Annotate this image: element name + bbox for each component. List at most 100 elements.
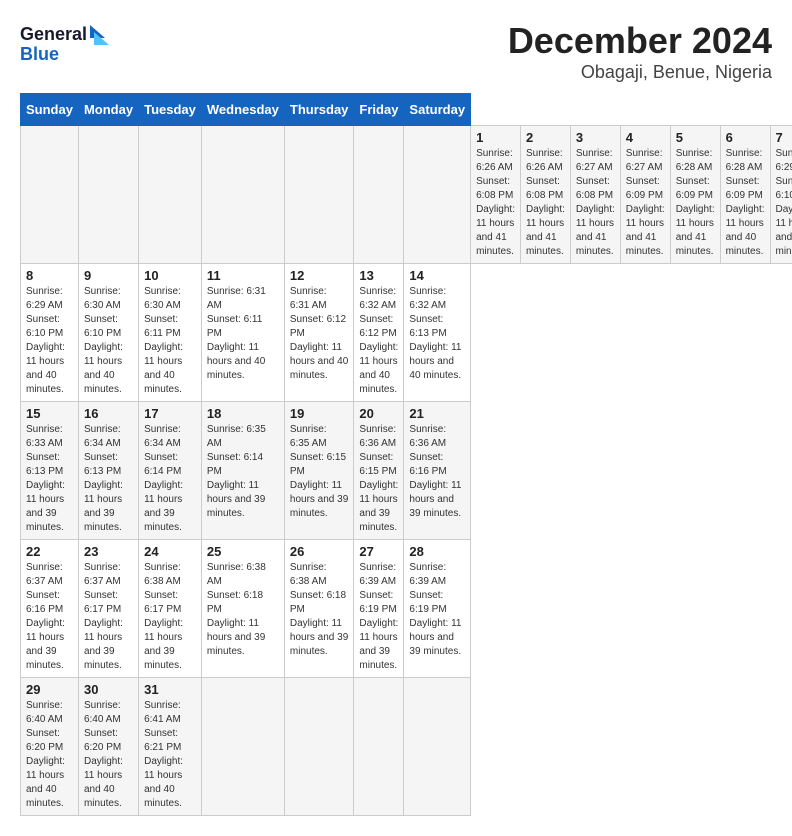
logo: GeneralBlue [20,20,110,65]
weekday-header: Friday [354,94,404,126]
day-info: Sunrise: 6:39 AMSunset: 6:19 PMDaylight:… [359,561,398,673]
day-number: 23 [84,544,133,559]
day-number: 30 [84,682,133,697]
calendar-cell: 3Sunrise: 6:27 AMSunset: 6:08 PMDaylight… [570,126,620,264]
svg-text:General: General [20,24,87,44]
day-info: Sunrise: 6:31 AMSunset: 6:11 PMDaylight:… [207,285,279,383]
calendar-row: 1 Sunrise: 6:26 AMSunset: 6:08 PMDaylight… [21,126,792,264]
calendar-cell: 24 Sunrise: 6:38 AMSunset: 6:17 PMDayligh… [139,540,202,678]
day-info: Sunrise: 6:29 AMSunset: 6:10 PMDaylight:… [776,147,792,259]
day-number: 31 [144,682,196,697]
calendar-cell: 2 Sunrise: 6:26 AMSunset: 6:08 PMDaylight… [520,126,570,264]
calendar-cell: 8Sunrise: 6:29 AMSunset: 6:10 PMDaylight… [21,264,79,402]
day-number: 27 [359,544,398,559]
day-info: Sunrise: 6:38 AMSunset: 6:18 PMDaylight:… [207,561,279,659]
calendar-row: 22 Sunrise: 6:37 AMSunset: 6:16 PMDayligh… [21,540,792,678]
calendar-cell: 30 Sunrise: 6:40 AMSunset: 6:20 PMDayligh… [78,678,138,816]
calendar-cell: 7 Sunrise: 6:29 AMSunset: 6:10 PMDaylight… [770,126,792,264]
calendar-cell: 28Sunrise: 6:39 AMSunset: 6:19 PMDayligh… [404,540,471,678]
calendar-cell: 4 Sunrise: 6:27 AMSunset: 6:09 PMDaylight… [620,126,670,264]
day-number: 19 [290,406,349,421]
calendar-table: SundayMondayTuesdayWednesdayThursdayFrid… [20,93,792,816]
day-info: Sunrise: 6:35 AMSunset: 6:15 PMDaylight:… [290,423,349,521]
calendar-cell [139,126,202,264]
day-number: 4 [626,130,665,145]
day-info: Sunrise: 6:26 AMSunset: 6:08 PMDaylight:… [476,147,515,259]
day-info: Sunrise: 6:37 AMSunset: 6:16 PMDaylight:… [26,561,73,673]
calendar-cell: 29 Sunrise: 6:40 AMSunset: 6:20 PMDayligh… [21,678,79,816]
logo-icon: GeneralBlue [20,20,110,65]
calendar-cell: 19 Sunrise: 6:35 AMSunset: 6:15 PMDayligh… [284,402,354,540]
day-info: Sunrise: 6:32 AMSunset: 6:13 PMDaylight:… [409,285,465,383]
day-number: 11 [207,268,279,283]
day-number: 16 [84,406,133,421]
day-number: 15 [26,406,73,421]
weekday-header: Wednesday [201,94,284,126]
day-number: 7 [776,130,792,145]
calendar-cell: 20 Sunrise: 6:36 AMSunset: 6:15 PMDayligh… [354,402,404,540]
calendar-cell: 22 Sunrise: 6:37 AMSunset: 6:16 PMDayligh… [21,540,79,678]
calendar-cell: 1 Sunrise: 6:26 AMSunset: 6:08 PMDaylight… [471,126,521,264]
page-title: December 2024 [508,20,772,62]
calendar-cell: 5Sunrise: 6:28 AMSunset: 6:09 PMDaylight… [670,126,720,264]
day-number: 9 [84,268,133,283]
day-info: Sunrise: 6:40 AMSunset: 6:20 PMDaylight:… [84,699,133,811]
calendar-cell: 6 Sunrise: 6:28 AMSunset: 6:09 PMDaylight… [720,126,770,264]
day-info: Sunrise: 6:38 AMSunset: 6:17 PMDaylight:… [144,561,196,673]
calendar-cell: 13Sunrise: 6:32 AMSunset: 6:12 PMDayligh… [354,264,404,402]
calendar-cell: 17Sunrise: 6:34 AMSunset: 6:14 PMDayligh… [139,402,202,540]
calendar-cell [78,126,138,264]
calendar-cell: 15Sunrise: 6:33 AMSunset: 6:13 PMDayligh… [21,402,79,540]
calendar-cell [284,678,354,816]
day-number: 6 [726,130,765,145]
svg-text:Blue: Blue [20,44,59,64]
calendar-cell: 25 Sunrise: 6:38 AMSunset: 6:18 PMDayligh… [201,540,284,678]
title-block: December 2024 Obagaji, Benue, Nigeria [508,20,772,83]
calendar-cell [404,126,471,264]
day-number: 1 [476,130,515,145]
day-number: 25 [207,544,279,559]
calendar-cell [404,678,471,816]
calendar-cell: 9Sunrise: 6:30 AMSunset: 6:10 PMDaylight… [78,264,138,402]
day-number: 14 [409,268,465,283]
day-number: 26 [290,544,349,559]
day-info: Sunrise: 6:36 AMSunset: 6:15 PMDaylight:… [359,423,398,535]
day-number: 24 [144,544,196,559]
day-number: 2 [526,130,565,145]
weekday-header: Thursday [284,94,354,126]
calendar-row: 29 Sunrise: 6:40 AMSunset: 6:20 PMDayligh… [21,678,792,816]
day-number: 10 [144,268,196,283]
day-number: 13 [359,268,398,283]
calendar-cell [21,126,79,264]
calendar-cell [201,678,284,816]
day-info: Sunrise: 6:39 AMSunset: 6:19 PMDaylight:… [409,561,465,659]
calendar-cell: 21Sunrise: 6:36 AMSunset: 6:16 PMDayligh… [404,402,471,540]
day-info: Sunrise: 6:40 AMSunset: 6:20 PMDaylight:… [26,699,73,811]
day-number: 12 [290,268,349,283]
calendar-cell: 27 Sunrise: 6:39 AMSunset: 6:19 PMDayligh… [354,540,404,678]
calendar-cell [354,126,404,264]
day-number: 29 [26,682,73,697]
day-info: Sunrise: 6:28 AMSunset: 6:09 PMDaylight:… [726,147,765,259]
day-number: 22 [26,544,73,559]
day-info: Sunrise: 6:34 AMSunset: 6:13 PMDaylight:… [84,423,133,535]
calendar-cell: 18Sunrise: 6:35 AMSunset: 6:14 PMDayligh… [201,402,284,540]
calendar-cell: 16 Sunrise: 6:34 AMSunset: 6:13 PMDayligh… [78,402,138,540]
calendar-row: 8Sunrise: 6:29 AMSunset: 6:10 PMDaylight… [21,264,792,402]
day-number: 21 [409,406,465,421]
day-info: Sunrise: 6:26 AMSunset: 6:08 PMDaylight:… [526,147,565,259]
calendar-cell: 23Sunrise: 6:37 AMSunset: 6:17 PMDayligh… [78,540,138,678]
calendar-cell [354,678,404,816]
page-subtitle: Obagaji, Benue, Nigeria [508,62,772,83]
calendar-cell: 11 Sunrise: 6:31 AMSunset: 6:11 PMDayligh… [201,264,284,402]
day-number: 8 [26,268,73,283]
day-info: Sunrise: 6:27 AMSunset: 6:09 PMDaylight:… [626,147,665,259]
weekday-header-row: SundayMondayTuesdayWednesdayThursdayFrid… [21,94,792,126]
day-number: 18 [207,406,279,421]
calendar-cell: 31 Sunrise: 6:41 AMSunset: 6:21 PMDayligh… [139,678,202,816]
calendar-cell: 12Sunrise: 6:31 AMSunset: 6:12 PMDayligh… [284,264,354,402]
day-number: 17 [144,406,196,421]
calendar-cell [201,126,284,264]
day-number: 20 [359,406,398,421]
day-info: Sunrise: 6:41 AMSunset: 6:21 PMDaylight:… [144,699,196,811]
